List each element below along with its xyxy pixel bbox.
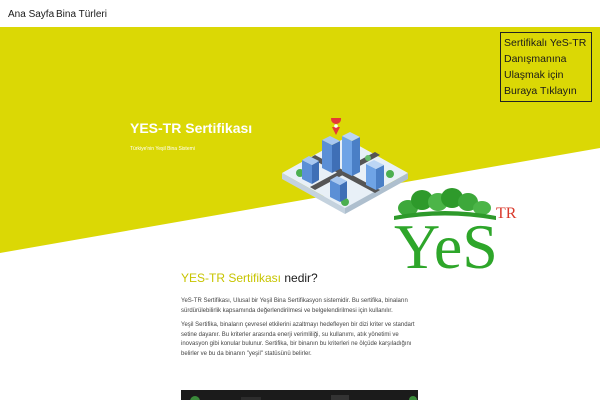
- paragraph-1: YeS-TR Sertifikası, Ulusal bir Yeşil Bin…: [181, 298, 408, 314]
- consult-line-3: Ulaşmak için: [504, 69, 564, 81]
- about-section: YES-TR Sertifikası nedir? YeS-TR Sertifi…: [181, 270, 421, 359]
- hero-title: YES-TR Sertifikası: [130, 120, 253, 136]
- nav-home-link[interactable]: Ana Sayfa: [8, 9, 54, 20]
- logo-superscript: TR: [496, 205, 517, 222]
- logo-main-text: YeS: [394, 211, 498, 276]
- yes-tr-logo: YeS TR: [394, 188, 517, 276]
- consult-line-4: Buraya Tıklayın: [504, 85, 577, 97]
- video-embed[interactable]: [181, 390, 418, 400]
- consult-line-2: Danışmanına: [504, 53, 567, 65]
- paragraph-2: Yeşil Sertifika, binaların çevresel etki…: [181, 322, 415, 357]
- top-navigation: Ana Sayfa Bina Türleri: [0, 0, 600, 27]
- section-heading: YES-TR Sertifikası nedir?: [181, 270, 421, 286]
- heading-rest: nedir?: [281, 271, 318, 285]
- video-thumbnail: [181, 391, 418, 400]
- hero-subtitle: Türkiye'nin Yeşil Bina Sistemi: [130, 146, 195, 152]
- consult-line-1: Sertifikalı YeS-TR: [504, 37, 587, 49]
- nav-building-types-link[interactable]: Bina Türleri: [56, 9, 107, 20]
- heading-accent: YES-TR Sertifikası: [181, 271, 282, 285]
- consultant-contact-button[interactable]: Sertifikalı YeS-TR Danışmanına Ulaşmak i…: [500, 32, 592, 102]
